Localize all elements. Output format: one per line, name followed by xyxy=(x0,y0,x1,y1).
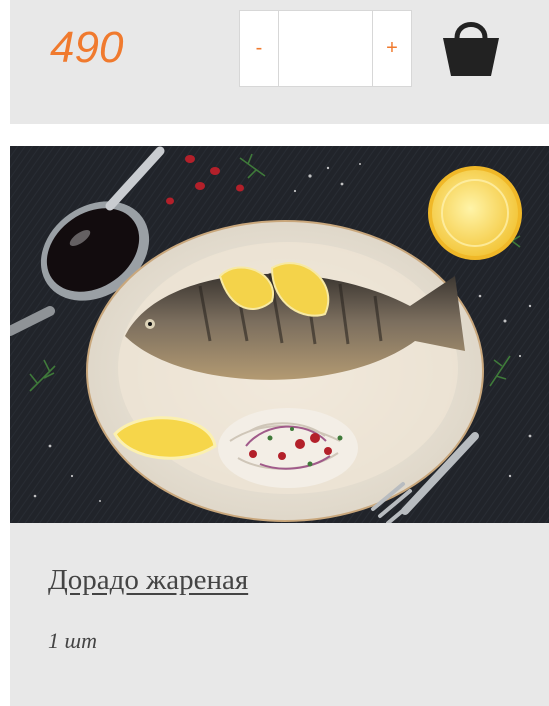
product-price: 490 xyxy=(50,23,124,72)
shopping-bag-icon xyxy=(443,22,499,76)
product-card-top: 490 - + xyxy=(10,0,549,124)
increase-quantity-button[interactable]: + xyxy=(372,11,411,86)
decrease-quantity-button[interactable]: - xyxy=(240,11,279,86)
product-image[interactable] xyxy=(10,146,549,523)
add-to-cart-button[interactable] xyxy=(435,10,507,80)
product-card: Дорадо жареная 1 шт xyxy=(10,146,549,706)
product-unit: 1 шт xyxy=(48,628,97,653)
quantity-input[interactable] xyxy=(279,11,372,86)
product-name-link[interactable]: Дорадо жареная xyxy=(48,564,248,597)
quantity-stepper[interactable]: - + xyxy=(239,10,412,87)
